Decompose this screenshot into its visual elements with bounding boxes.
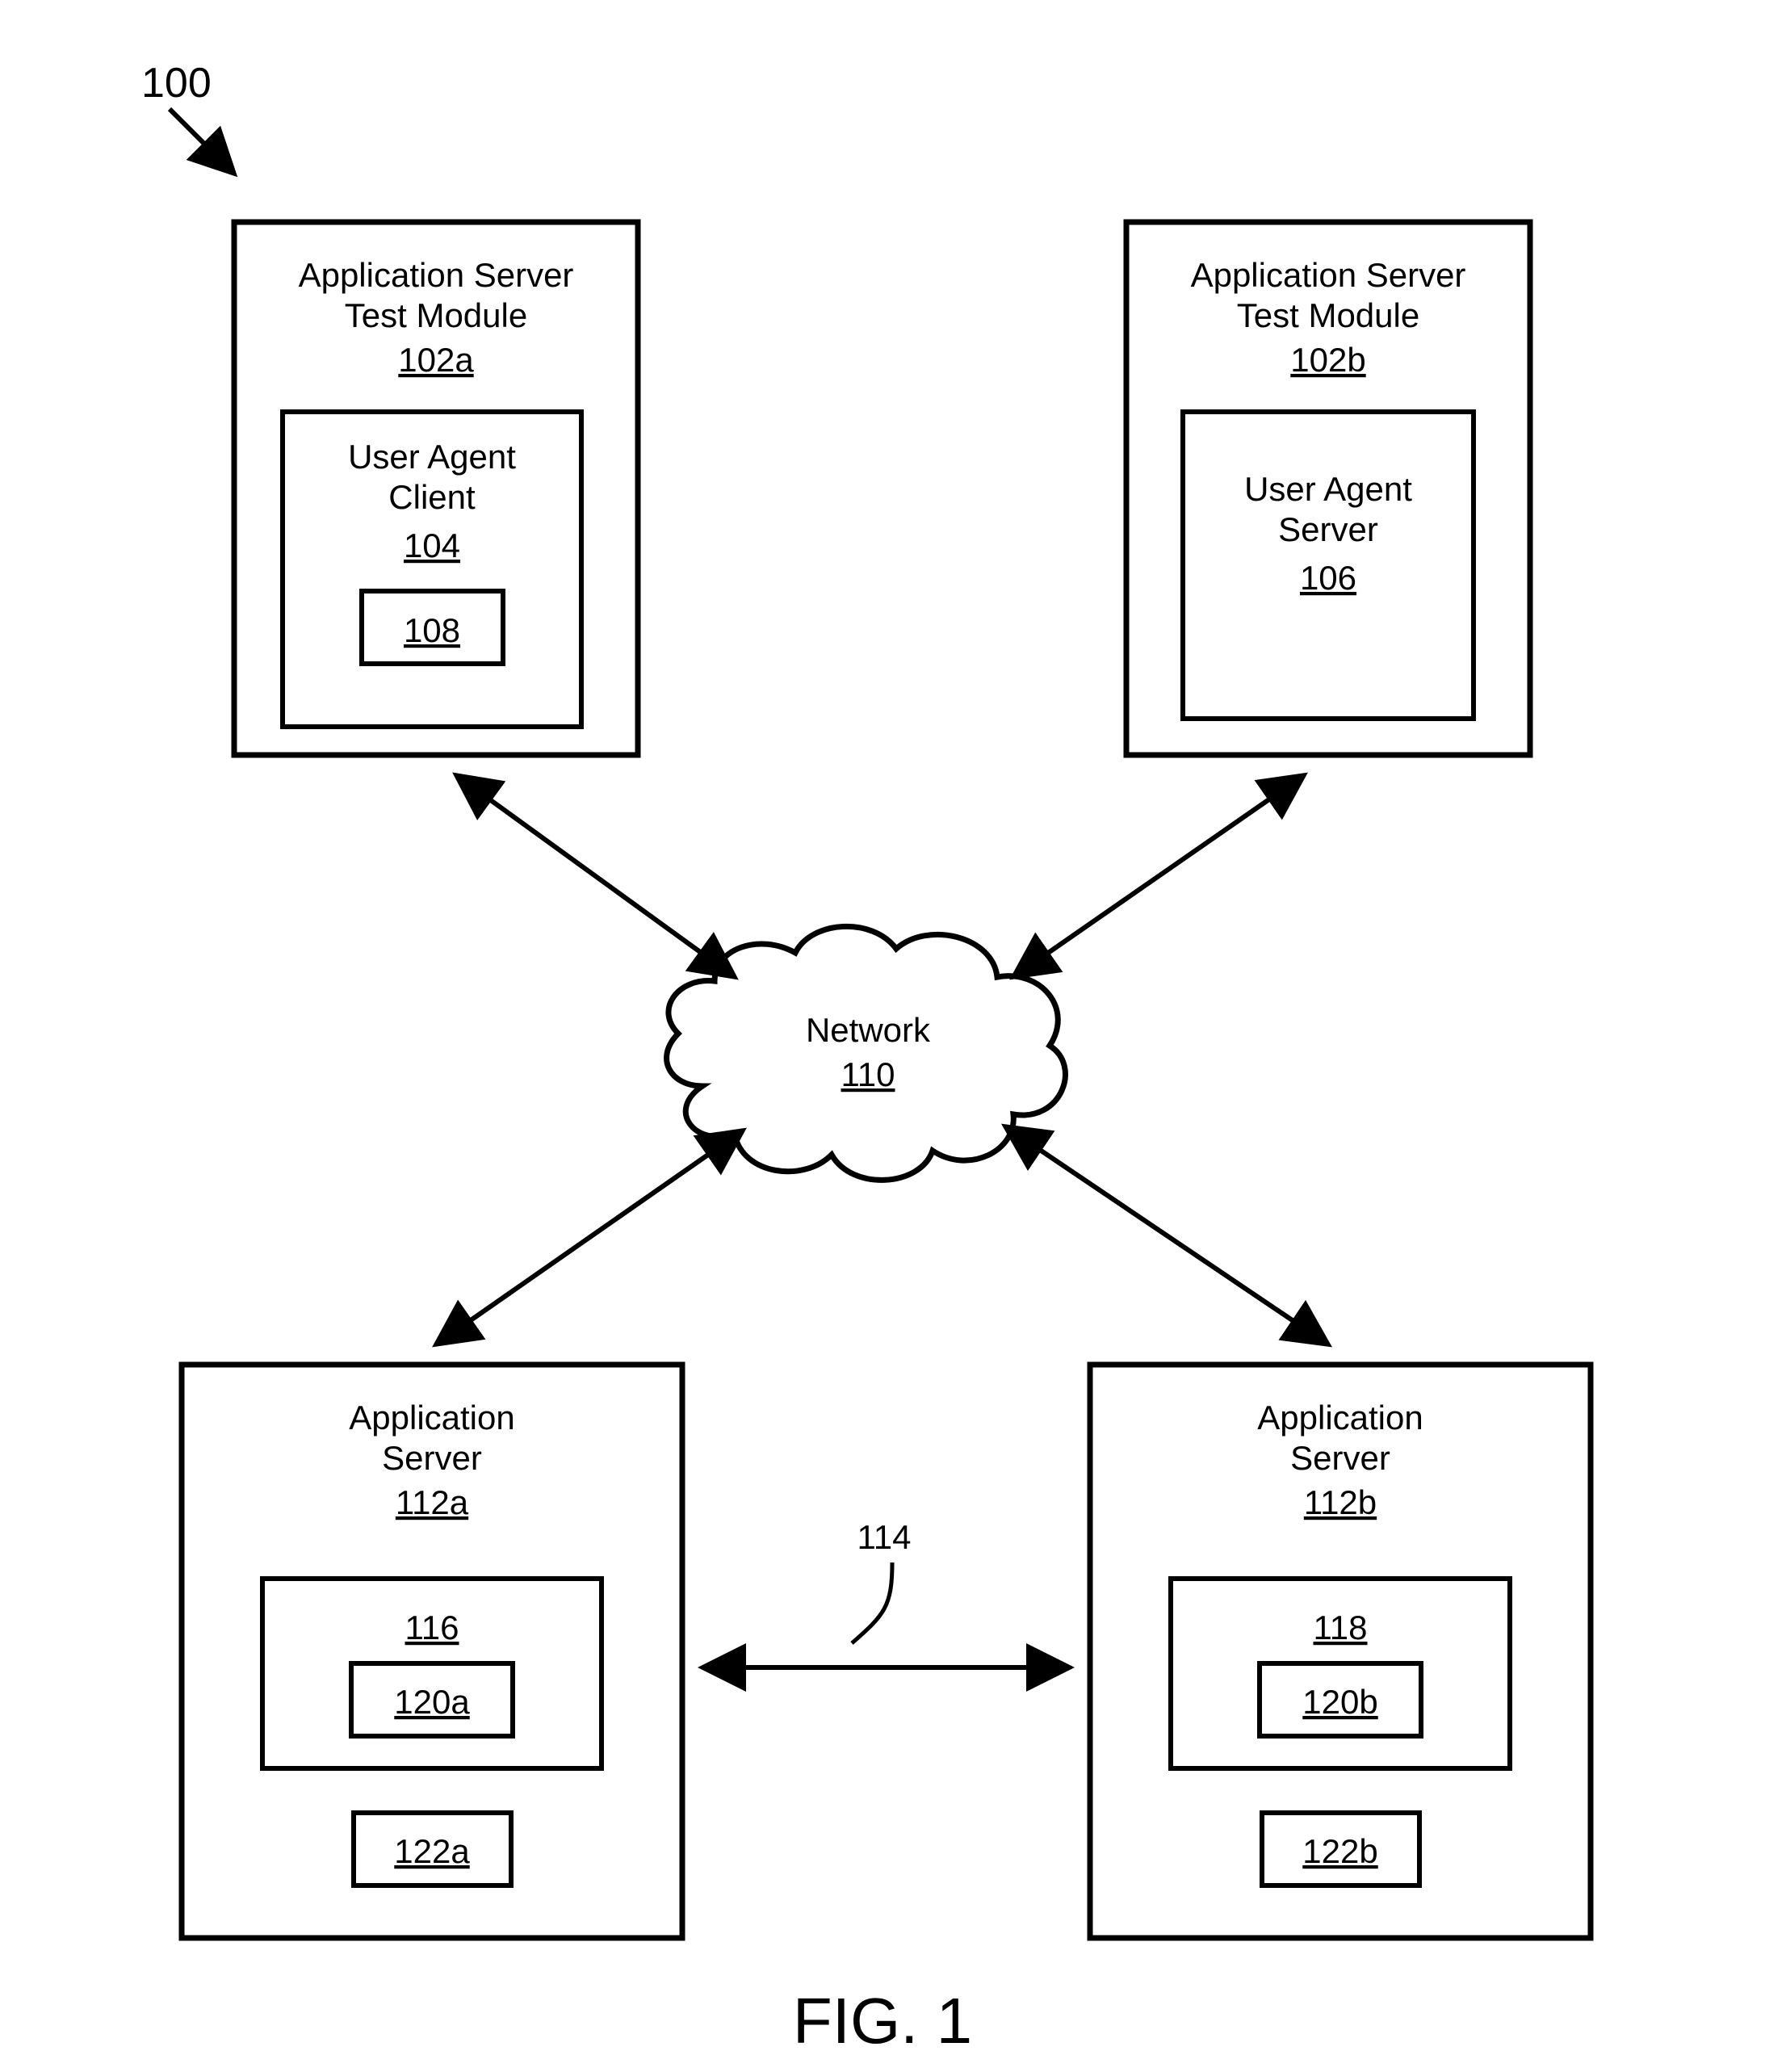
br-inner-sub-ref: 120b bbox=[1302, 1683, 1377, 1721]
top-left-title-2: Test Module bbox=[345, 296, 527, 334]
box-bottom-left: Application Server 112a 116 120a 122a bbox=[182, 1365, 682, 1938]
bl-inner-top-ref: 116 bbox=[405, 1609, 459, 1646]
br-lower-ref: 122b bbox=[1302, 1832, 1377, 1870]
top-right-title-2: Test Module bbox=[1237, 296, 1419, 334]
uac-title-2: Client bbox=[388, 478, 476, 516]
box-bottom-right: Application Server 112b 118 120b 122b bbox=[1090, 1365, 1591, 1938]
link-ref-leader bbox=[852, 1562, 892, 1643]
bl-ref: 112a bbox=[396, 1483, 469, 1521]
arrow-br-network bbox=[1005, 1126, 1328, 1344]
top-right-ref: 102b bbox=[1290, 341, 1365, 379]
system-ref: 100 bbox=[141, 60, 212, 107]
uac-sub-ref: 108 bbox=[404, 611, 460, 649]
top-right-title-1: Application Server bbox=[1191, 256, 1466, 294]
br-inner-top-ref: 118 bbox=[1314, 1609, 1368, 1646]
uas-title-1: User Agent bbox=[1244, 470, 1412, 508]
uac-ref: 104 bbox=[404, 526, 460, 564]
link-ref: 114 bbox=[857, 1518, 912, 1556]
box-top-right: Application Server Test Module 102b User… bbox=[1126, 222, 1530, 755]
network-label: Network bbox=[806, 1011, 931, 1049]
figure-caption: FIG. 1 bbox=[793, 1985, 972, 2057]
br-title-2: Server bbox=[1290, 1439, 1390, 1477]
uac-title-1: User Agent bbox=[348, 438, 516, 476]
br-ref: 112b bbox=[1304, 1483, 1377, 1521]
bl-title-2: Server bbox=[382, 1439, 482, 1477]
br-title-1: Application bbox=[1257, 1399, 1423, 1437]
arrow-tl-network bbox=[456, 775, 735, 977]
figure-canvas: 100 Application Server Test Module 102a … bbox=[0, 0, 1765, 2072]
system-ref-arrow bbox=[170, 109, 234, 174]
bl-title-1: Application bbox=[349, 1399, 514, 1437]
top-left-title-1: Application Server bbox=[299, 256, 574, 294]
arrow-bl-network bbox=[436, 1130, 743, 1344]
arrow-tr-network bbox=[1013, 775, 1304, 977]
uas-title-2: Server bbox=[1278, 510, 1378, 548]
uas-ref: 106 bbox=[1300, 559, 1356, 597]
bl-lower-ref: 122a bbox=[394, 1832, 470, 1870]
bl-inner-sub-ref: 120a bbox=[394, 1683, 470, 1721]
top-left-ref: 102a bbox=[398, 341, 474, 379]
network-ref: 110 bbox=[841, 1055, 895, 1093]
box-top-left: Application Server Test Module 102a User… bbox=[234, 222, 638, 755]
